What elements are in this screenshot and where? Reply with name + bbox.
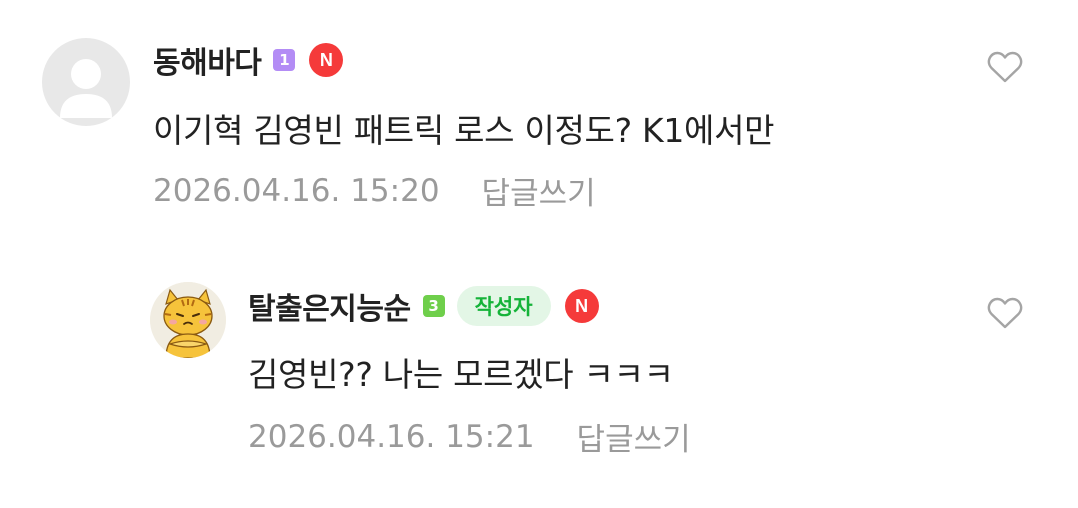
reply-header: 탈출은지능순 3 작성자 N: [248, 284, 599, 328]
comment-meta: 2026.04.16. 15:20 답글쓰기: [153, 168, 596, 213]
heart-outline-icon[interactable]: [986, 296, 1024, 330]
level-badge: 3: [422, 295, 445, 317]
tiger-profile-icon[interactable]: [150, 282, 226, 358]
comment-header: 동해바다 1 N: [153, 38, 344, 82]
reply-button[interactable]: 답글쓰기: [577, 414, 691, 459]
naver-badge: N: [564, 289, 599, 323]
comment-meta: 2026.04.16. 15:21 답글쓰기: [248, 414, 691, 459]
comment-date: 2026.04.16. 15:20: [153, 172, 440, 209]
author-name[interactable]: 동해바다: [153, 38, 262, 82]
naver-badge: N: [309, 43, 344, 77]
comment-date: 2026.04.16. 15:21: [248, 418, 535, 455]
level-badge: 1: [273, 49, 296, 71]
author-name[interactable]: 탈출은지능순: [248, 284, 411, 328]
reply-button[interactable]: 답글쓰기: [482, 168, 596, 213]
comment-text: 김영빈?? 나는 모르겠다 ㅋㅋㅋ: [248, 355, 674, 394]
author-tag: 작성자: [456, 286, 551, 326]
default-profile-icon[interactable]: [42, 38, 130, 126]
comment-text: 이기혁 김영빈 패트릭 로스 이정도? K1에서만: [153, 111, 775, 150]
heart-outline-icon[interactable]: [986, 50, 1024, 84]
